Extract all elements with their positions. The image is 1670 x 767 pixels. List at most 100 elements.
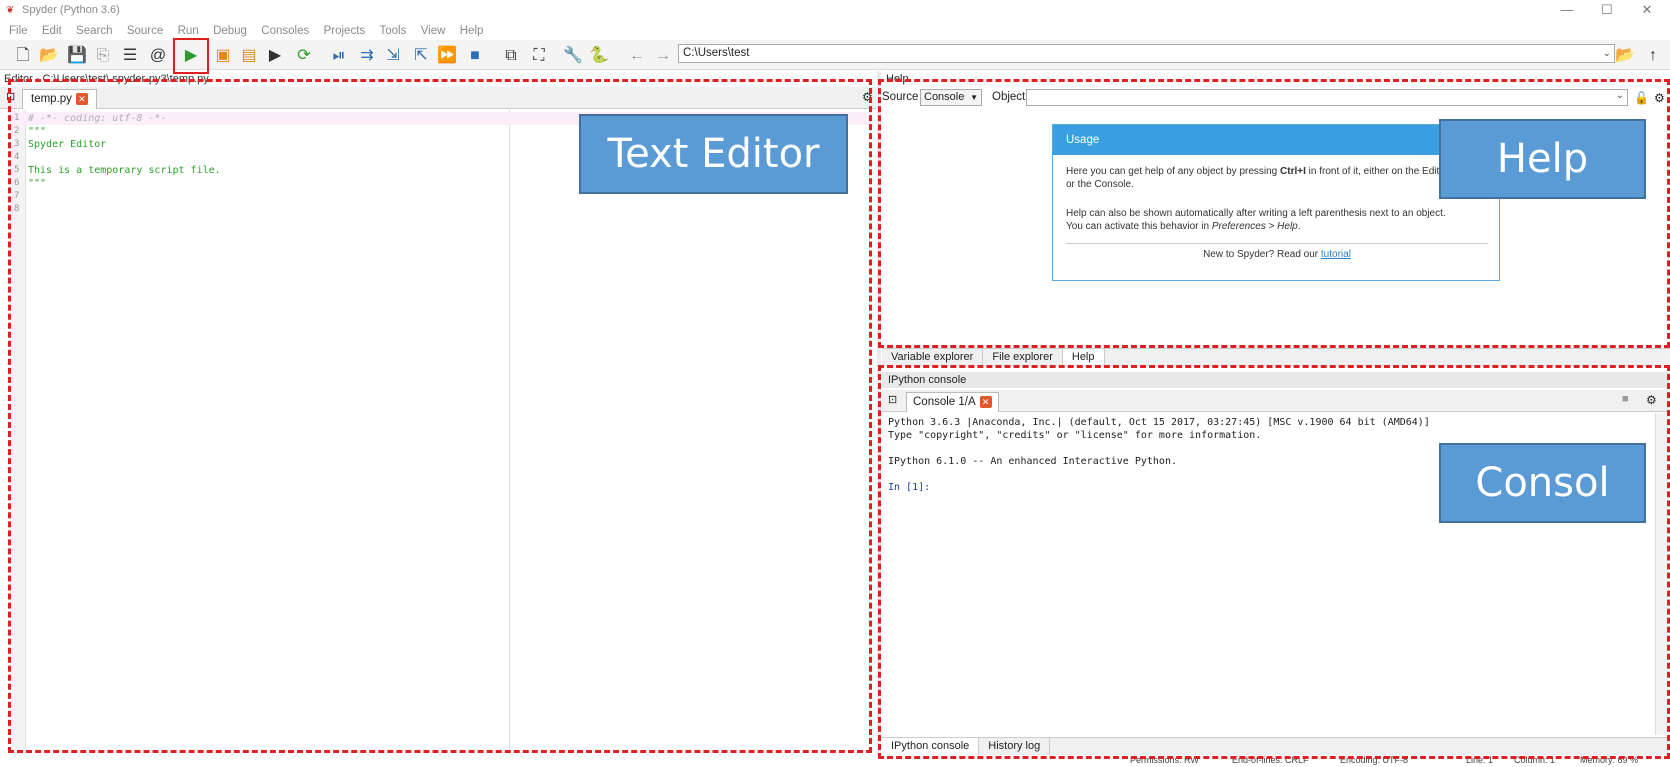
code-editor[interactable]: 1 # -*- coding: utf-8 -*- 2 """ 3 Spyder Edit… (12, 110, 872, 754)
editor-tab-label: temp.py (31, 93, 72, 105)
console-pane-title: IPython console (882, 372, 1670, 388)
status-column: Column: 1 (1514, 755, 1556, 765)
menu-tools[interactable]: Tools (379, 22, 406, 40)
parent-dir-arrow-icon[interactable]: ↑ (1642, 45, 1664, 67)
help-pane-tabs: Variable explorer File explorer Help (882, 348, 1670, 366)
lock-icon[interactable]: 🔓 (1634, 91, 1649, 105)
status-eol: End-of-lines: CRLF (1232, 755, 1309, 765)
code-text: Spyder Editor (28, 139, 107, 150)
close-window-button[interactable]: ✕ (1632, 2, 1662, 18)
stop-console-icon[interactable]: ■ (1622, 393, 1629, 405)
tab-file-explorer[interactable]: File explorer (983, 349, 1063, 366)
code-line: 8 (12, 203, 872, 216)
step-icon[interactable]: ⇉ (356, 45, 378, 67)
save-file-icon[interactable]: 💾 (66, 45, 88, 67)
console-tab-bar: ⊡ Console 1/A ✕ ■ ⚙ (882, 390, 1670, 412)
source-select[interactable]: Console ▼ (920, 89, 982, 106)
preferences-wrench-icon[interactable]: 🔧 (562, 45, 584, 67)
menu-help[interactable]: Help (460, 22, 484, 40)
stop-debug-icon[interactable]: ■ (464, 45, 486, 67)
menu-search[interactable]: Search (76, 22, 112, 40)
at-symbol-icon[interactable]: @ (147, 45, 169, 67)
usage-title: Usage (1053, 125, 1499, 155)
editor-tab-temp-py[interactable]: temp.py ✕ (22, 89, 97, 109)
pane-splitter[interactable] (877, 71, 881, 757)
status-memory: Memory: 69 % (1580, 755, 1639, 765)
help-overlay-label: Help (1439, 119, 1646, 199)
status-bar: Permissions: RW End-of-lines: CRLF Encod… (0, 755, 1670, 767)
line-number: 5 (14, 165, 20, 175)
tab-help[interactable]: Help (1062, 349, 1105, 366)
usage-card: Usage Here you can get help of any objec… (1052, 124, 1500, 281)
console-line: Python 3.6.3 |Anaconda, Inc.| (default, … (888, 417, 1430, 428)
open-file-icon[interactable]: 📂 (38, 45, 60, 67)
usage-footer: New to Spyder? Read our tutorial (1203, 249, 1351, 260)
back-arrow-icon[interactable]: ← (626, 45, 648, 67)
code-text: """ (28, 178, 47, 189)
maximize-button[interactable]: ☐ (1592, 2, 1622, 18)
debug-icon[interactable]: ⏯ (328, 45, 350, 67)
spyder-logo-icon: ❦ (6, 5, 15, 16)
console-pane-tabs: IPython console History log (882, 737, 1670, 755)
help-options-gear-icon[interactable]: ⚙ (1654, 91, 1665, 105)
close-tab-icon[interactable]: ✕ (75, 92, 88, 105)
list-icon[interactable]: ☰ (119, 45, 141, 67)
tab-ipython-console[interactable]: IPython console (882, 738, 980, 755)
usage-text-2: Help can also be shown automatically aft… (1066, 208, 1446, 232)
maximize-pane-icon[interactable]: ⧉ (500, 45, 522, 67)
editor-options-gear-icon[interactable]: ⚙ (862, 90, 873, 104)
menu-source[interactable]: Source (127, 22, 163, 40)
tutorial-link[interactable]: tutorial (1321, 249, 1351, 260)
menu-projects[interactable]: Projects (324, 22, 366, 40)
menu-debug[interactable]: Debug (213, 22, 247, 40)
working-directory-field[interactable]: C:\Users\test ⌄ (678, 44, 1615, 63)
object-input[interactable]: ⌄ (1026, 89, 1628, 106)
console-scrollbar[interactable] (1655, 413, 1667, 735)
source-select-value: Console (924, 91, 965, 103)
browse-folder-icon[interactable]: 📂 (1614, 45, 1636, 67)
minimize-button[interactable]: — (1552, 2, 1582, 17)
forward-arrow-icon[interactable]: → (652, 45, 674, 67)
browse-tabs-icon[interactable]: ⊡ (6, 90, 15, 103)
step-return-icon[interactable]: ⇱ (410, 45, 432, 67)
browse-tabs-icon[interactable]: ⊡ (888, 393, 897, 406)
source-label: Source (882, 91, 919, 103)
console-tab[interactable]: Console 1/A ✕ (906, 392, 999, 412)
menu-bar: File Edit Search Source Run Debug Consol… (0, 22, 1670, 40)
code-text: """ (28, 126, 47, 137)
step-into-icon[interactable]: ⇲ (382, 45, 404, 67)
menu-consoles[interactable]: Consoles (261, 22, 309, 40)
rerun-icon[interactable]: ⟳ (293, 45, 315, 67)
menu-edit[interactable]: Edit (42, 22, 62, 40)
status-permissions: Permissions: RW (1130, 755, 1199, 765)
tab-history-log[interactable]: History log (979, 738, 1051, 755)
python-path-icon[interactable]: 🐍 (588, 45, 610, 67)
console-prompt: In [1]: (888, 482, 931, 493)
run-cell-icon[interactable]: ▣ (212, 45, 234, 67)
editor-tab-bar: ⊡ temp.py ✕ ⚙ (0, 87, 876, 109)
save-all-icon[interactable]: ⎘ (92, 45, 114, 67)
continue-icon[interactable]: ⏩ (436, 45, 458, 67)
new-file-icon[interactable]: 🗋 (12, 45, 34, 67)
status-encoding: Encoding: UTF-8 (1340, 755, 1409, 765)
run-cell-advance-icon[interactable]: ▤ (238, 45, 260, 67)
chevron-down-icon[interactable]: ⌄ (1603, 45, 1611, 62)
line-number: 2 (14, 126, 20, 136)
fullscreen-icon[interactable]: ⛶ (528, 45, 550, 67)
window-title: Spyder (Python 3.6) (22, 4, 120, 16)
usage-divider (1066, 243, 1488, 244)
run-selection-icon[interactable]: ▶ (264, 45, 286, 67)
code-text: # -*- coding: utf-8 -*- (28, 113, 167, 124)
menu-file[interactable]: File (9, 22, 28, 40)
text-editor-overlay-label: Text Editor (579, 114, 848, 194)
editor-pane-title: Editor - C:\Users\test\.spyder-py3\temp.… (4, 73, 209, 85)
console-overlay-label: Consol (1439, 443, 1646, 523)
working-directory-value: C:\Users\test (683, 47, 750, 59)
tab-variable-explorer[interactable]: Variable explorer (882, 349, 984, 366)
line-number: 8 (14, 204, 20, 214)
console-options-gear-icon[interactable]: ⚙ (1646, 393, 1657, 407)
help-pane-title: Help (886, 73, 909, 85)
close-tab-icon[interactable]: ✕ (979, 395, 992, 408)
chevron-down-icon[interactable]: ⌄ (1616, 90, 1624, 101)
menu-view[interactable]: View (421, 22, 446, 40)
